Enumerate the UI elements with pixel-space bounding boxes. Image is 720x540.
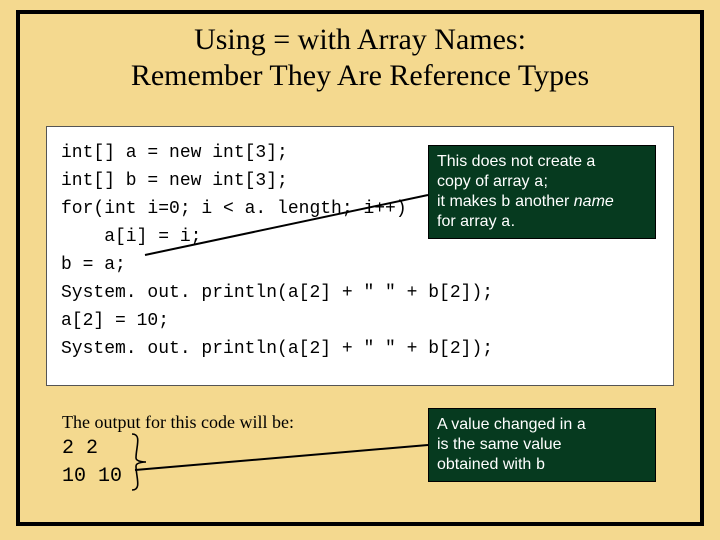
output-label: The output for this code will be: <box>62 412 294 433</box>
callout1-line2: copy of array a; <box>437 172 647 192</box>
callout2-line1: A value changed in a <box>437 415 647 435</box>
title-line-2: Remember They Are Reference Types <box>131 59 589 92</box>
callout-value-change: A value changed in a is the same value o… <box>428 408 656 482</box>
title-line-1: Using = with Array Names: <box>194 23 526 56</box>
code-line-7: a[2] = 10; <box>61 307 659 335</box>
code-line-8: System. out. println(a[2] + " " + b[2]); <box>61 335 659 363</box>
output-block: The output for this code will be: 2 2 10… <box>62 412 294 491</box>
code-line-5: b = a; <box>61 251 659 279</box>
callout-reference: This does not create a copy of array a; … <box>428 145 656 239</box>
callout2-line3: obtained with b <box>437 455 647 475</box>
slide-title: Using = with Array Names: Remember They … <box>20 22 700 94</box>
callout1-line3: it makes b another name <box>437 192 647 212</box>
callout2-line2: is the same value <box>437 435 647 455</box>
output-line-1: 2 2 <box>62 435 294 463</box>
callout1-line4: for array a. <box>437 212 647 232</box>
code-line-6: System. out. println(a[2] + " " + b[2]); <box>61 279 659 307</box>
callout1-line1: This does not create a <box>437 152 647 172</box>
output-line-2: 10 10 <box>62 463 294 491</box>
